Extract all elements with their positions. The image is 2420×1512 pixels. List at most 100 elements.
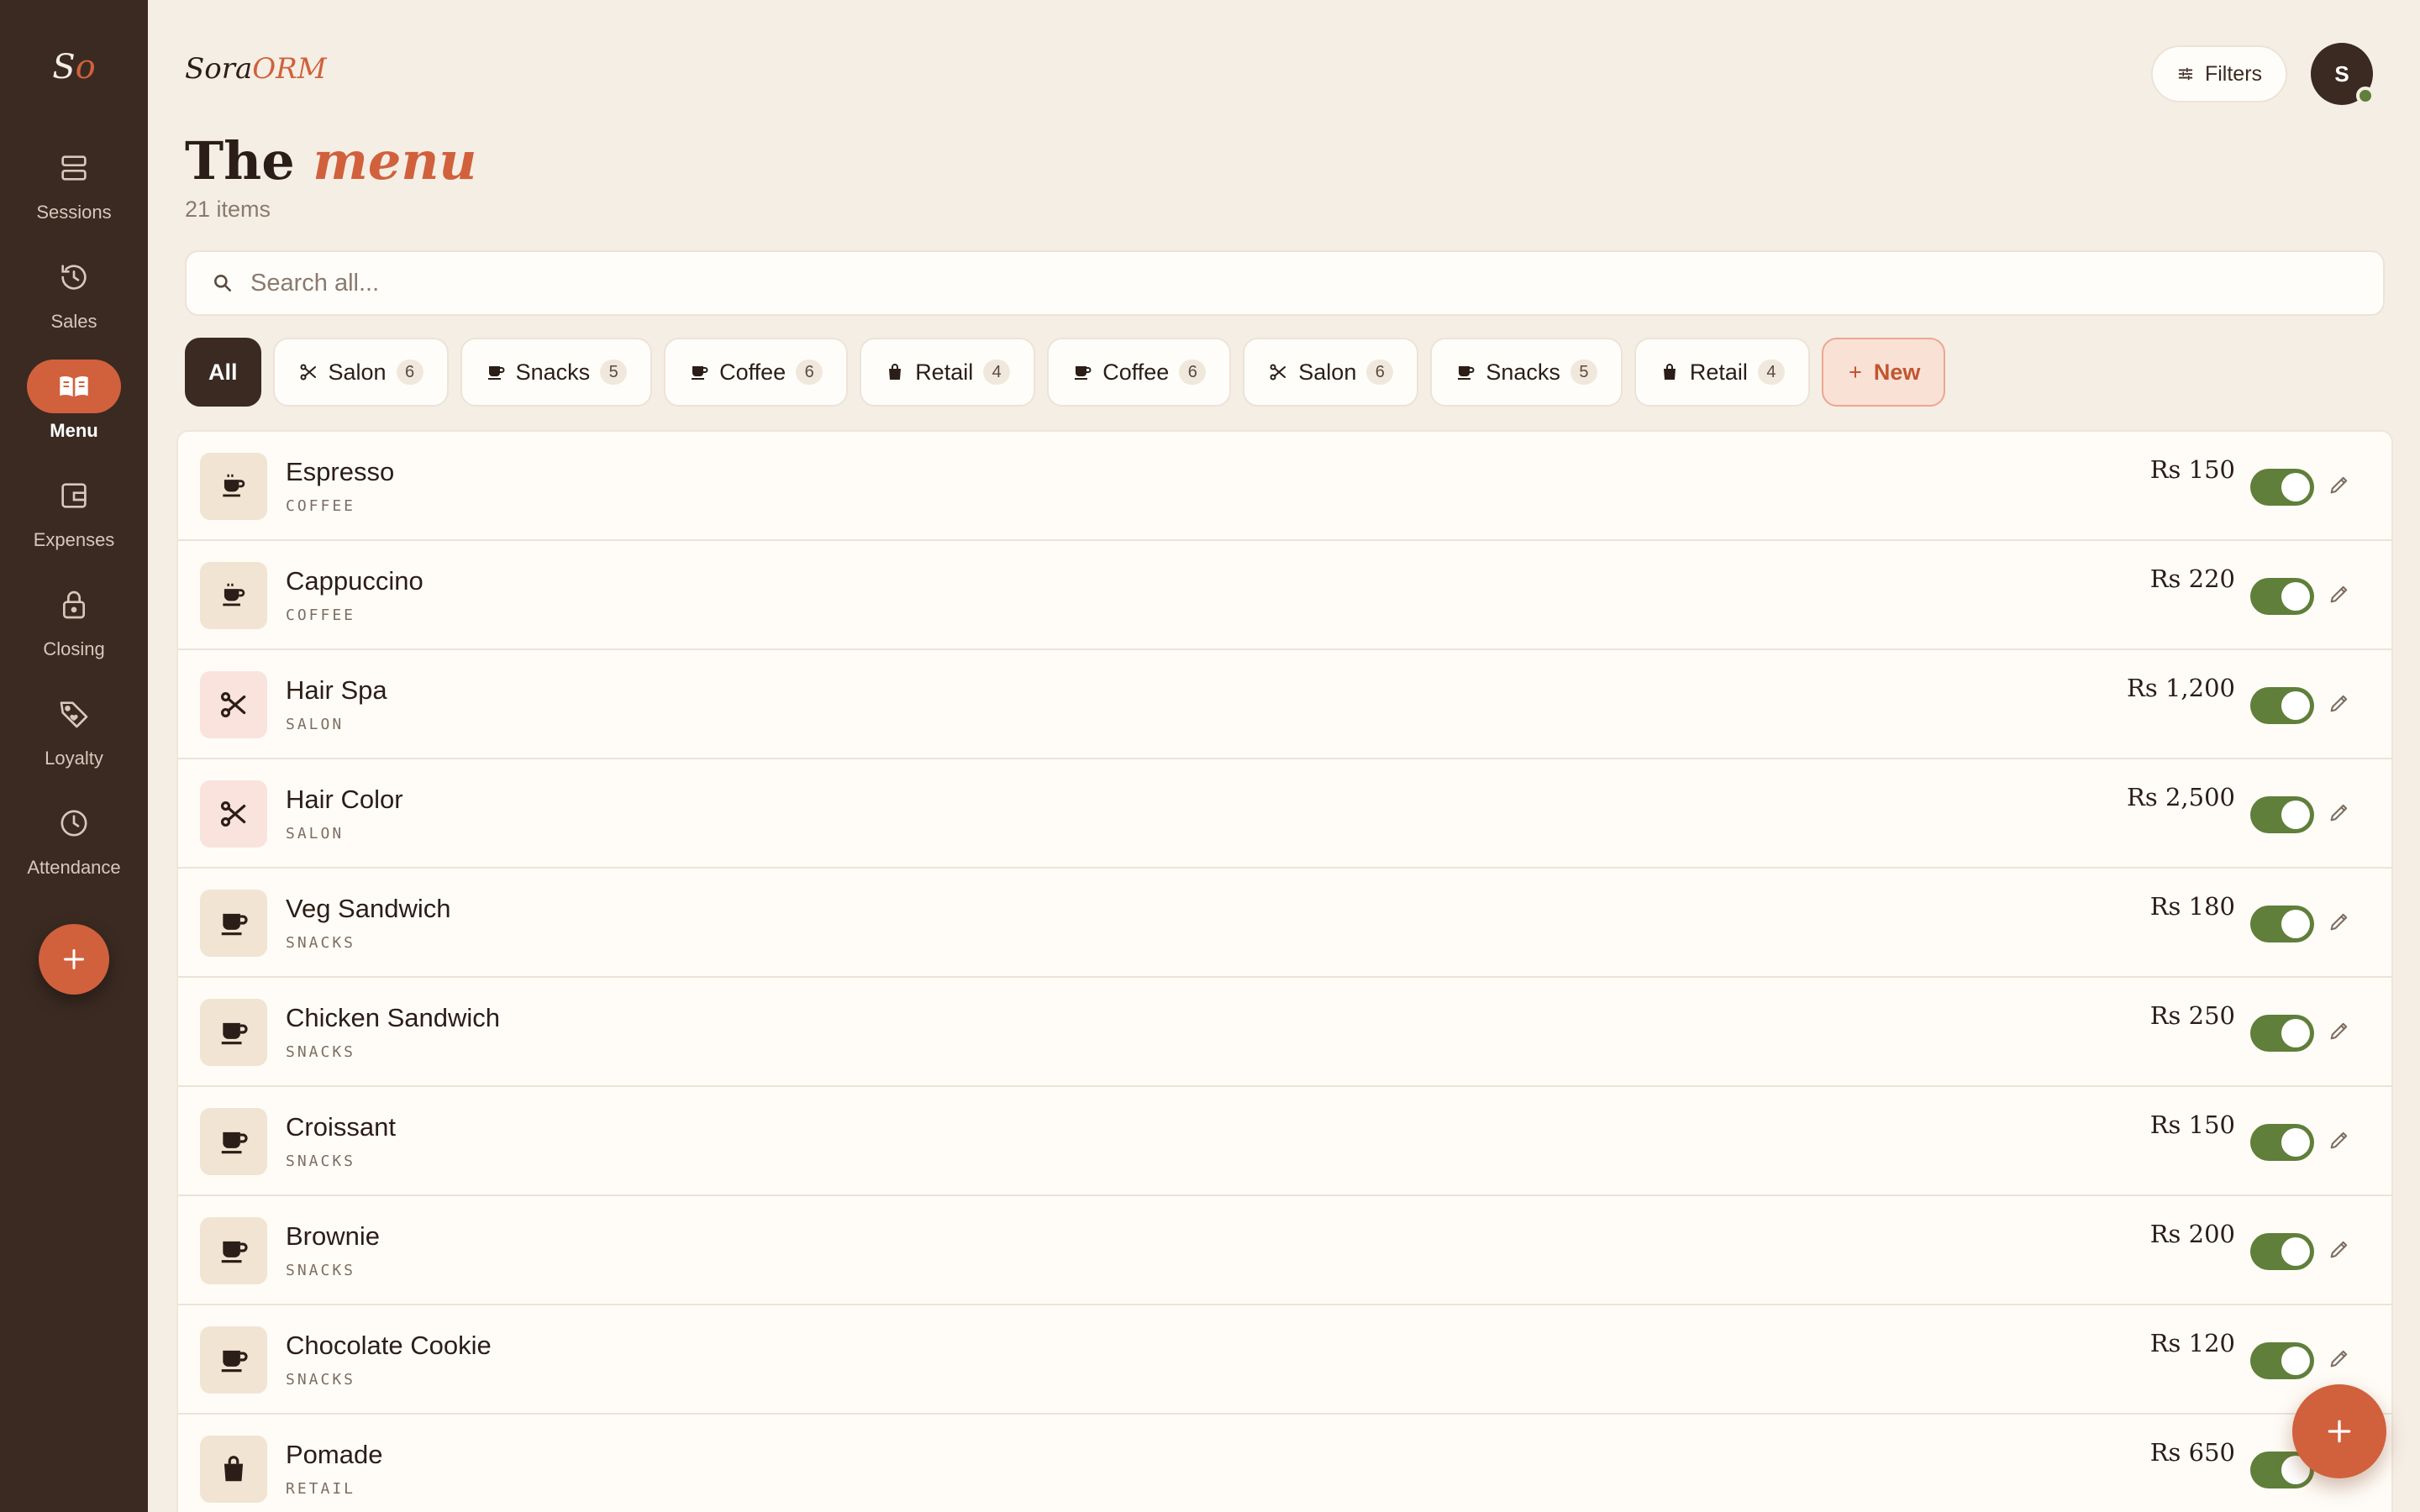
edit-button[interactable] (2328, 691, 2356, 720)
chip-retail[interactable]: Retail 4 (1634, 338, 1810, 407)
item-category: COFFEE (286, 606, 356, 624)
availability-toggle[interactable] (2250, 796, 2314, 833)
availability-toggle[interactable] (2250, 1015, 2314, 1052)
availability-toggle[interactable] (2250, 687, 2314, 724)
mug-icon (200, 999, 267, 1066)
book-open-icon (27, 360, 121, 413)
chip-snacks[interactable]: Snacks 5 (1430, 338, 1623, 407)
item-price: Rs 650 (2149, 1438, 2235, 1467)
sidebar-item-sales[interactable]: Sales (0, 235, 148, 344)
edit-button[interactable] (2328, 1237, 2356, 1266)
shopping-bag-icon (200, 1436, 267, 1503)
edit-button[interactable] (2328, 1019, 2356, 1047)
scissors-icon (200, 671, 267, 738)
availability-toggle[interactable] (2250, 1233, 2314, 1270)
cup-icon (1458, 366, 1475, 380)
edit-button[interactable] (2328, 1128, 2356, 1157)
chip-label: Snacks (515, 359, 591, 385)
chip-retail[interactable]: Retail 4 (860, 338, 1036, 407)
chip-all[interactable]: All (185, 338, 261, 407)
menu-item-list: Espresso COFFEE Rs 150 Cappuccino COFFEE… (176, 430, 2393, 1512)
add-item-button[interactable] (2292, 1384, 2386, 1478)
brand-mark-s: S (52, 48, 76, 87)
list-item[interactable]: Pomade RETAIL Rs 650 (178, 1415, 2391, 1512)
edit-button[interactable] (2328, 801, 2356, 829)
toggle-knob (2281, 1237, 2310, 1266)
edit-button[interactable] (2328, 1347, 2356, 1375)
availability-toggle[interactable] (2250, 1124, 2314, 1161)
chip-label: Salon (328, 359, 387, 385)
list-item[interactable]: Espresso COFFEE Rs 150 (178, 432, 2391, 541)
item-category: RETAIL (286, 1480, 356, 1498)
chip-count: 6 (796, 360, 823, 385)
edit-button[interactable] (2328, 582, 2356, 611)
toggle-knob (2281, 1347, 2310, 1375)
sidebar-item-label: Menu (50, 420, 98, 441)
scissors-icon (300, 364, 316, 381)
cup-icon (487, 366, 505, 380)
chip-salon[interactable]: Salon 6 (1243, 338, 1419, 407)
item-category: SALON (286, 716, 345, 733)
pencil-icon (2330, 913, 2348, 931)
chip-coffee[interactable]: Coffee 6 (664, 338, 849, 407)
plus-icon (64, 949, 84, 969)
item-category: SALON (286, 825, 345, 843)
chip-label: New (1873, 359, 1921, 385)
item-count: 21 items (185, 197, 271, 222)
list-item[interactable]: Brownie SNACKS Rs 200 (178, 1196, 2391, 1305)
list-item[interactable]: Chicken Sandwich SNACKS Rs 250 (178, 978, 2391, 1087)
category-chips: All Salon 6 Snacks 5 Coffee 6 Retail 4 C… (185, 338, 1946, 407)
chip-snacks[interactable]: Snacks 5 (460, 338, 653, 407)
list-item[interactable]: Croissant SNACKS Rs 150 (178, 1087, 2391, 1196)
sidebar-item-attendance[interactable]: Attendance (0, 781, 148, 890)
list-item[interactable]: Hair Color SALON Rs 2,500 (178, 759, 2391, 869)
availability-toggle[interactable] (2250, 906, 2314, 942)
edit-button[interactable] (2328, 910, 2356, 938)
coffee-cup-icon (200, 562, 267, 629)
sidebar-item-label: Expenses (33, 529, 115, 550)
list-item[interactable]: Chocolate Cookie SNACKS Rs 120 (178, 1305, 2391, 1415)
edit-button[interactable] (2328, 473, 2356, 501)
list-item[interactable]: Cappuccino COFFEE Rs 220 (178, 541, 2391, 650)
sidebar-item-menu[interactable]: Menu (0, 344, 148, 454)
toggle-knob (2281, 910, 2310, 938)
pencil-icon (2330, 1241, 2348, 1258)
mug-icon (200, 1326, 267, 1394)
chip-label: Salon (1298, 359, 1357, 385)
brand-mark: So (52, 44, 96, 91)
availability-toggle[interactable] (2250, 469, 2314, 506)
chip-count: 6 (396, 360, 424, 385)
item-name: Brownie (286, 1221, 380, 1251)
logo-accent: ORM (252, 52, 327, 86)
chip-label: Snacks (1486, 359, 1560, 385)
new-category-button[interactable]: New (1821, 338, 1946, 407)
mug-icon (200, 1108, 267, 1175)
sidebar-item-label: Loyalty (45, 748, 103, 769)
sidebar-item-sessions[interactable]: Sessions (0, 126, 148, 235)
item-price: Rs 120 (2149, 1329, 2235, 1357)
coffee-cup-icon (200, 453, 267, 520)
filters-button[interactable]: Filters (2151, 45, 2287, 102)
sidebar: So Sessions Sales Menu Expenses Closing … (0, 0, 148, 1512)
sidebar-item-closing[interactable]: Closing (0, 563, 148, 672)
availability-toggle[interactable] (2250, 578, 2314, 615)
sidebar-item-expenses[interactable]: Expenses (0, 454, 148, 563)
item-price: Rs 200 (2149, 1220, 2235, 1248)
toggle-knob (2281, 1019, 2310, 1047)
history-icon (27, 250, 121, 304)
pencil-icon (2330, 695, 2348, 712)
search-input[interactable] (250, 269, 2383, 297)
availability-toggle[interactable] (2250, 1342, 2314, 1379)
chip-coffee[interactable]: Coffee 6 (1047, 338, 1232, 407)
sidebar-item-loyalty[interactable]: Loyalty (0, 672, 148, 781)
list-item[interactable]: Hair Spa SALON Rs 1,200 (178, 650, 2391, 759)
list-item[interactable]: Veg Sandwich SNACKS Rs 180 (178, 869, 2391, 978)
chip-salon[interactable]: Salon 6 (272, 338, 449, 407)
clock-icon (27, 796, 121, 850)
search-bar[interactable] (185, 250, 2385, 316)
avatar[interactable]: S (2311, 43, 2375, 105)
toggle-knob (2281, 1128, 2310, 1157)
sidebar-add-button[interactable] (39, 924, 109, 995)
item-name: Chicken Sandwich (286, 1003, 501, 1032)
page-title: The menu (185, 128, 476, 195)
